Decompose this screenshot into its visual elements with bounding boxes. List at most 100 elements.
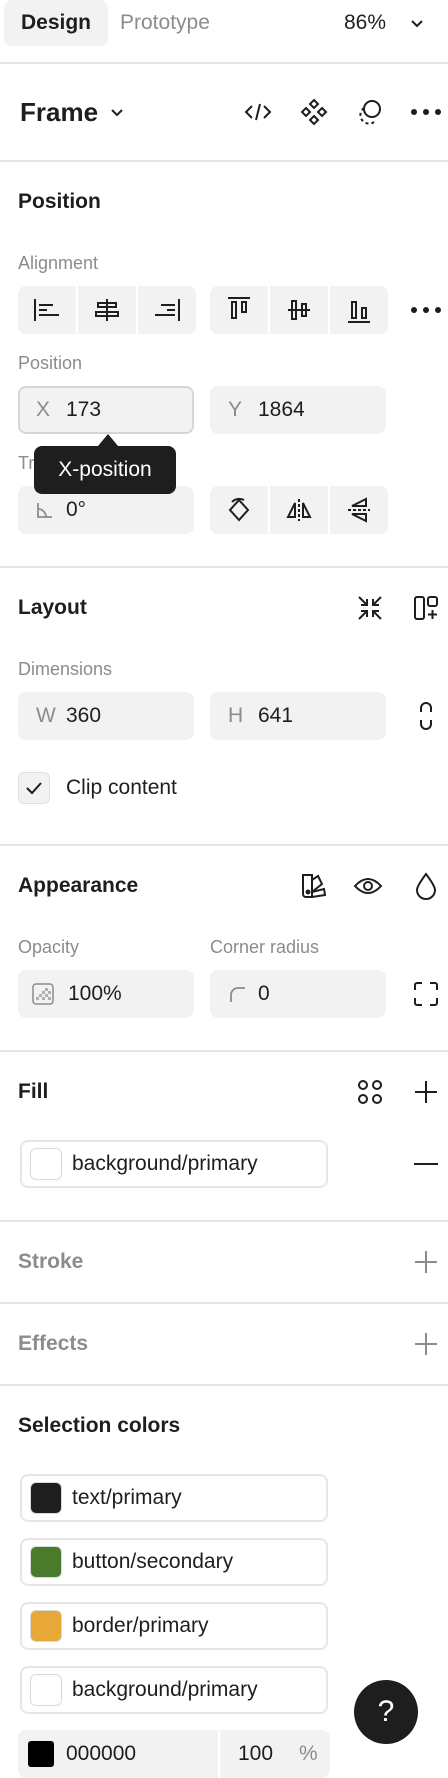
remove-fill-icon[interactable] [408, 1146, 444, 1182]
tab-prototype[interactable]: Prototype [120, 0, 210, 46]
component-icon[interactable] [296, 94, 332, 130]
hex-opacity-input[interactable]: 100 % [220, 1730, 330, 1778]
opacity-input[interactable]: 100% [18, 970, 194, 1018]
rotate-icon[interactable] [210, 486, 268, 534]
selection-color-item[interactable]: background/primary [20, 1666, 328, 1714]
frame-selector[interactable]: Frame [20, 92, 124, 132]
x-value: 173 [66, 398, 102, 421]
h-value: 641 [258, 704, 294, 727]
add-fill-icon[interactable] [408, 1074, 444, 1110]
rotation-value: 0° [66, 498, 87, 521]
hex-swatch [28, 1741, 54, 1767]
corner-radius-label: Corner radius [210, 937, 320, 957]
constrain-proportions-icon[interactable] [408, 698, 444, 734]
h-prefix: H [228, 704, 244, 727]
code-icon[interactable] [240, 94, 276, 130]
independent-corners-icon[interactable] [408, 976, 444, 1012]
hex-opacity-value: 100 [238, 1742, 274, 1765]
more-alignment-icon[interactable] [408, 292, 444, 328]
tab-design[interactable]: Design [4, 0, 108, 46]
opacity-value: 100% [68, 982, 122, 1005]
height-input[interactable]: H 641 [210, 692, 386, 740]
chevron-down-icon [110, 107, 124, 117]
corner-radius-input[interactable]: 0 [210, 970, 386, 1018]
align-bottom-icon[interactable] [330, 286, 388, 334]
effects-section-title: Effects [18, 1332, 89, 1355]
variable-mode-icon[interactable] [296, 868, 332, 904]
selection-color-item[interactable]: button/secondary [20, 1538, 328, 1586]
hex-input[interactable]: 000000 [18, 1730, 218, 1778]
tooltip-text: X-position [58, 458, 152, 481]
position-section-title: Position [18, 190, 101, 213]
tab-design-label: Design [20, 11, 91, 34]
selection-colors-title: Selection colors [18, 1414, 181, 1437]
help-icon: ? [377, 1695, 395, 1728]
eye-icon[interactable] [350, 868, 386, 904]
fill-swatch [30, 1148, 62, 1180]
help-button[interactable]: ? [354, 1680, 418, 1744]
clip-content-label: Clip content [66, 776, 177, 799]
styles-grid-icon[interactable] [352, 1074, 388, 1110]
color-swatch [30, 1674, 62, 1706]
selection-color-item[interactable]: text/primary [20, 1474, 328, 1522]
fill-section-title: Fill [18, 1080, 49, 1103]
x-position-input[interactable]: X 173 [18, 386, 194, 434]
opacity-icon [32, 983, 68, 1005]
width-input[interactable]: W 360 [18, 692, 194, 740]
fill-style-name: background/primary [72, 1152, 258, 1175]
alignment-label: Alignment [18, 253, 99, 273]
color-swatch [30, 1610, 62, 1642]
add-stroke-icon[interactable] [408, 1244, 444, 1280]
w-value: 360 [66, 704, 102, 727]
x-prefix: X [36, 398, 51, 421]
corner-radius-value: 0 [258, 982, 270, 1005]
transform-group [210, 486, 388, 534]
chevron-down-icon [410, 18, 424, 28]
color-name: background/primary [72, 1678, 258, 1701]
horizontal-alignment-group [18, 286, 196, 334]
add-effect-icon[interactable] [408, 1326, 444, 1362]
zoom-value: 86% [344, 11, 387, 34]
checkmark-icon [25, 780, 43, 796]
clip-content-checkbox[interactable] [18, 772, 50, 804]
tab-prototype-label: Prototype [120, 11, 210, 34]
w-prefix: W [36, 704, 56, 727]
appearance-section-title: Appearance [18, 874, 139, 897]
y-value: 1864 [258, 398, 305, 421]
color-name: text/primary [72, 1486, 182, 1509]
align-top-icon[interactable] [210, 286, 268, 334]
angle-icon [36, 501, 66, 519]
vertical-alignment-group [210, 286, 388, 334]
auto-layout-icon[interactable] [408, 590, 444, 626]
align-left-icon[interactable] [18, 286, 76, 334]
tooltip-arrow [98, 434, 118, 446]
hex-value: 000000 [66, 1742, 137, 1765]
align-vertical-center-icon[interactable] [270, 286, 328, 334]
transform-label: Tr [18, 453, 35, 473]
collapse-icon[interactable] [352, 590, 388, 626]
dimensions-label: Dimensions [18, 659, 113, 679]
stroke-section-title: Stroke [18, 1250, 84, 1273]
corner-radius-icon [228, 985, 258, 1003]
color-swatch [30, 1482, 62, 1514]
align-right-icon[interactable] [138, 286, 196, 334]
flip-horizontal-icon[interactable] [270, 486, 328, 534]
selection-color-item[interactable]: border/primary [20, 1602, 328, 1650]
zoom-dropdown[interactable]: 86% [344, 0, 424, 46]
align-horizontal-center-icon[interactable] [78, 286, 136, 334]
mask-icon[interactable] [352, 94, 388, 130]
layout-section-title: Layout [18, 596, 87, 619]
hex-opacity-unit: % [299, 1742, 318, 1765]
opacity-label: Opacity [18, 937, 80, 957]
y-prefix: Y [228, 398, 243, 421]
color-name: border/primary [72, 1614, 209, 1637]
color-swatch [30, 1546, 62, 1578]
y-position-input[interactable]: Y 1864 [210, 386, 386, 434]
drop-icon[interactable] [408, 868, 444, 904]
frame-title: Frame [20, 96, 99, 127]
position-label: Position [18, 353, 83, 373]
color-name: button/secondary [72, 1550, 234, 1573]
flip-vertical-icon[interactable] [330, 486, 388, 534]
more-icon[interactable] [408, 94, 444, 130]
fill-style-chip[interactable]: background/primary [20, 1140, 328, 1188]
